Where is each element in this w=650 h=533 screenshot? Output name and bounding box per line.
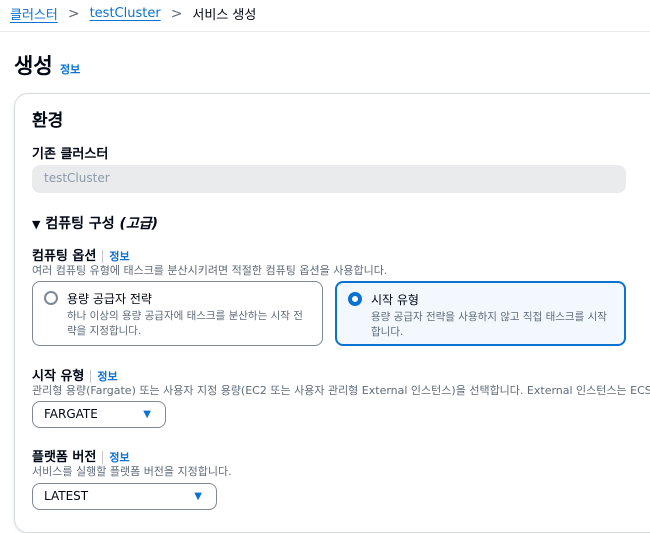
launch-type-select[interactable]: FARGATE ▼ [32, 401, 166, 428]
option-description: 하나 이상의 용량 공급자에 태스크를 분산하는 시작 전략을 지정합니다. [67, 310, 303, 337]
option-description: 용량 공급자 전략을 사용하지 않고 직접 태스크를 시작합니다. [371, 311, 607, 338]
option-title: 시작 유형 [371, 293, 419, 307]
radio-button[interactable] [44, 291, 58, 305]
launch-type-value: FARGATE [44, 407, 98, 421]
compute-config-toggle[interactable]: ▼ 컴퓨팅 구성 (고급) [32, 213, 158, 233]
platform-version-select[interactable]: LATEST ▼ [32, 483, 217, 510]
breadcrumb-current: 서비스 생성 [192, 8, 257, 23]
chevron-right-icon: > [170, 5, 183, 22]
existing-cluster-label: 기존 클러스터 [32, 147, 109, 162]
caret-down-icon: ▼ [194, 491, 202, 502]
caret-down-icon: ▼ [143, 409, 151, 420]
compute-options-description: 여러 컴퓨팅 유형에 태스크를 분산시키려면 적절한 컴퓨팅 옵션을 사용합니다… [32, 264, 388, 277]
option-capacity-provider[interactable]: 용량 공급자 전략 하나 이상의 용량 공급자에 태스크를 분산하는 시작 전략… [32, 281, 323, 346]
breadcrumb: 클러스터 > testCluster > 서비스 생성 [10, 4, 257, 24]
divider [0, 31, 650, 32]
breadcrumb-testcluster[interactable]: testCluster [90, 6, 161, 21]
launch-type-description: 관리형 용량(Fargate) 또는 사용자 지정 용량(EC2 또는 사용자 … [32, 384, 650, 397]
compute-config-label: 컴퓨팅 구성 [45, 216, 115, 232]
breadcrumb-clusters[interactable]: 클러스터 [10, 4, 58, 23]
page-title: 생성 정보 [14, 50, 80, 80]
section-title: 환경 [32, 111, 64, 131]
compute-config-suffix: (고급) [119, 216, 159, 232]
option-title: 용량 공급자 전략 [67, 292, 152, 306]
page-title-text: 생성 [14, 54, 53, 78]
option-launch-type[interactable]: 시작 유형 용량 공급자 전략을 사용하지 않고 직접 태스크를 시작합니다. [335, 281, 626, 346]
radio-button-selected[interactable] [348, 292, 362, 306]
existing-cluster-input[interactable]: testCluster [32, 165, 626, 193]
platform-version-value: LATEST [44, 489, 89, 503]
platform-version-description: 서비스를 실행할 플랫폼 버전을 지정합니다. [32, 465, 232, 478]
info-link[interactable]: 정보 [60, 63, 80, 76]
chevron-right-icon: > [67, 5, 80, 22]
caret-down-icon: ▼ [32, 218, 41, 231]
